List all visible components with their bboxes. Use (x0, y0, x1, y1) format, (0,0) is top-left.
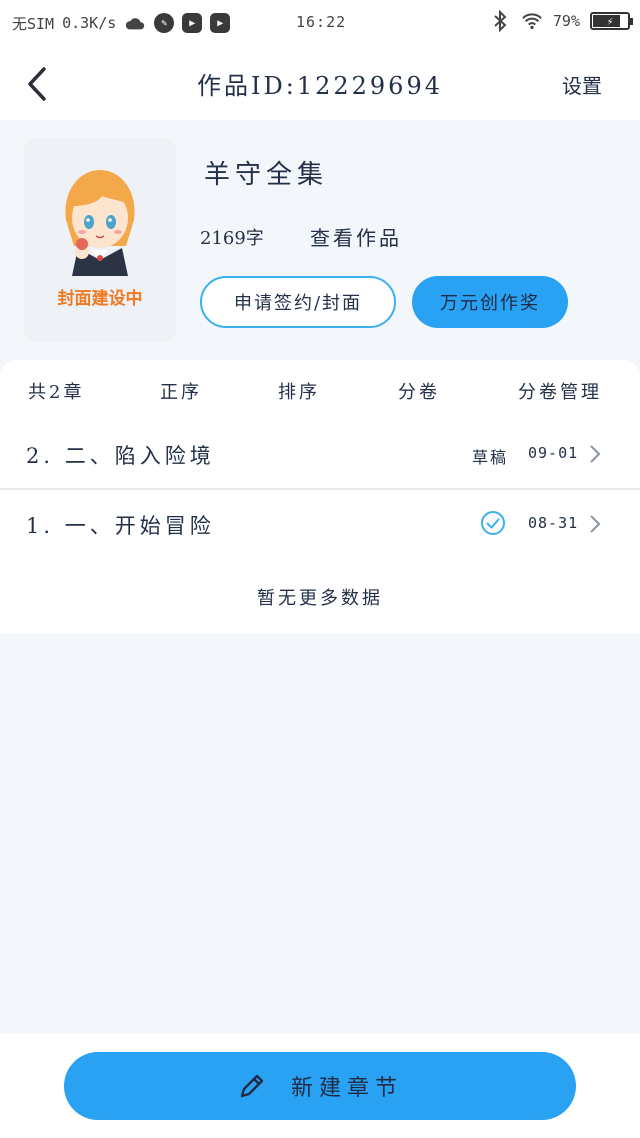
no-more-data-text: 暂无更多数据 (257, 588, 383, 609)
status-right: 79% ⚡ (489, 10, 633, 32)
cloud-icon (124, 12, 146, 34)
play-icon: ▶ (182, 13, 203, 33)
carrier-text: 无SIM (12, 14, 55, 33)
clock: 16:22 (296, 13, 347, 31)
order-toggle[interactable]: 正序 (160, 378, 202, 404)
back-arrow-icon (28, 67, 46, 101)
chevron-right-icon (590, 445, 601, 463)
word-count: 2169字 (200, 228, 264, 249)
work-header: 封面建设中 羊守全集 2169字 查看作品 申请签约/封面 万元创作奖 (0, 120, 640, 360)
network-speed-text: 0.3K/s (62, 14, 117, 32)
chapter-title: 1. 一、开始冒险 (26, 514, 215, 538)
cover-label: 封面建设中 (57, 289, 143, 309)
pencil-icon (240, 1074, 264, 1098)
new-chapter-button[interactable]: 新建章节 (64, 1052, 576, 1120)
volume-manage-button[interactable]: 分卷管理 (518, 378, 602, 404)
status-bar: 无SIM 0.3K/s ✎ ▶ ▶ 16:22 79% ⚡ (0, 0, 640, 46)
cover-image[interactable]: 封面建设中 (24, 138, 176, 342)
settings-button[interactable]: 设置 (562, 70, 602, 99)
volume-button[interactable]: 分卷 (398, 378, 440, 404)
chapter-row[interactable]: 2. 二、陷入险境 草稿 09-01 (0, 422, 640, 488)
paint-icon: ✎ (154, 13, 175, 33)
chapter-date: 09-01 (528, 444, 579, 462)
published-check-icon (481, 511, 505, 535)
view-work-link[interactable]: 查看作品 (310, 222, 402, 251)
chapter-date: 08-31 (528, 514, 579, 532)
chapter-count: 共2章 (28, 382, 85, 403)
sort-button[interactable]: 排序 (278, 378, 320, 404)
creation-award-button[interactable]: 万元创作奖 (412, 276, 568, 328)
bottom-bar: 新建章节 (0, 1034, 640, 1138)
chevron-right-icon (590, 515, 601, 533)
divider (0, 488, 640, 490)
page-title: 作品ID:12229694 (197, 71, 443, 100)
nav-bar: 作品ID:12229694 设置 (0, 46, 640, 120)
new-chapter-label: 新建章节 (290, 1076, 403, 1101)
apply-sign-cover-button[interactable]: 申请签约/封面 (200, 276, 396, 328)
back-button[interactable] (22, 64, 52, 104)
wifi-icon (521, 10, 543, 32)
battery-icon: ⚡ (590, 12, 633, 30)
draft-badge: 草稿 (472, 448, 509, 467)
chapter-title: 2. 二、陷入险境 (26, 444, 215, 468)
battery-percent: 79% (552, 12, 580, 30)
chapter-row[interactable]: 1. 一、开始冒险 08-31 (0, 492, 640, 558)
cover-placeholder-illustration (65, 170, 135, 276)
work-title: 羊守全集 (204, 160, 329, 190)
charging-icon: ⚡ (606, 14, 614, 28)
bluetooth-icon (489, 10, 511, 32)
chapter-panel: 共2章 正序 排序 分卷 分卷管理 2. 二、陷入险境 草稿 09-01 1. … (0, 360, 640, 634)
play-icon-2: ▶ (210, 13, 231, 33)
status-left: 无SIM 0.3K/s ✎ ▶ ▶ (12, 12, 231, 34)
chapter-toolbar: 共2章 正序 排序 分卷 分卷管理 (0, 360, 640, 422)
